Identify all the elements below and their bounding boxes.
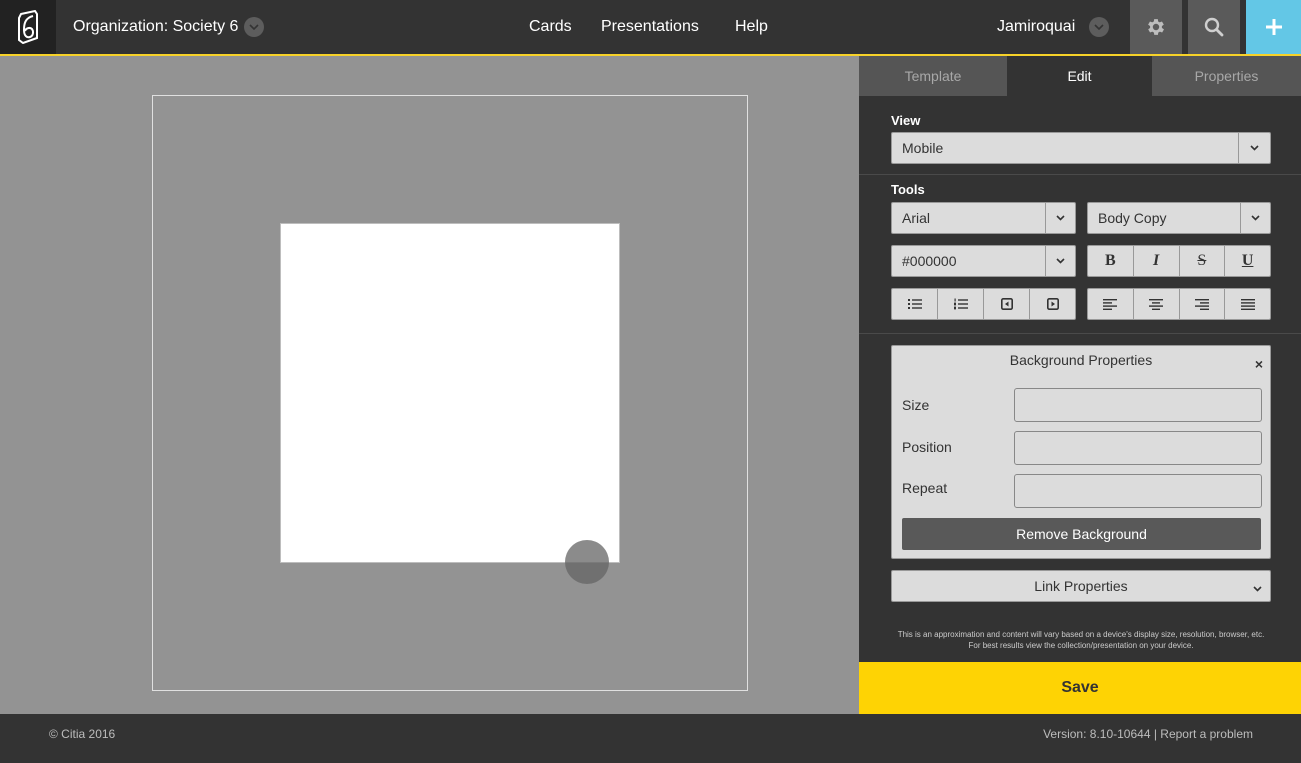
gear-icon — [1148, 19, 1164, 35]
outdent-button[interactable] — [984, 289, 1030, 319]
card-preview[interactable] — [280, 223, 620, 563]
tab-properties[interactable]: Properties — [1152, 56, 1301, 96]
organization-selector[interactable]: Organization: Society 6 — [73, 0, 265, 54]
alignment-group — [1087, 288, 1271, 320]
chevron-down-icon[interactable] — [244, 17, 265, 37]
view-value: Mobile — [902, 140, 944, 156]
size-label: Size — [902, 397, 930, 413]
align-left-icon — [1103, 298, 1118, 310]
color-value: #000000 — [902, 253, 957, 269]
copyright-text: © Citia 2016 — [49, 727, 116, 741]
align-left-button[interactable] — [1088, 289, 1134, 319]
align-justify-button[interactable] — [1225, 289, 1270, 319]
view-label: View — [891, 113, 921, 128]
bulleted-list-icon — [907, 299, 922, 309]
size-input[interactable] — [1014, 388, 1262, 422]
chevron-down-icon — [1045, 203, 1075, 233]
text-format-group: B I S U — [1087, 245, 1271, 277]
align-right-icon — [1194, 298, 1209, 310]
list-indent-group — [891, 288, 1076, 320]
align-justify-icon — [1240, 298, 1255, 310]
search-icon — [1204, 17, 1224, 37]
color-select[interactable]: #000000 — [891, 245, 1076, 277]
text-style-select[interactable]: Body Copy — [1087, 202, 1271, 234]
chevron-down-icon — [1238, 133, 1270, 163]
nav-presentations[interactable]: Presentations — [601, 0, 699, 54]
nav-help[interactable]: Help — [735, 0, 768, 54]
organization-label: Organization: Society 6 — [73, 18, 239, 35]
underline-button[interactable]: U — [1225, 246, 1270, 276]
align-center-icon — [1149, 298, 1164, 310]
close-icon[interactable]: × — [1255, 356, 1263, 372]
align-right-button[interactable] — [1180, 289, 1226, 319]
save-button[interactable]: Save — [859, 662, 1301, 714]
footer: © Citia 2016 Version: 8.10-10644 | Repor… — [0, 714, 1301, 763]
repeat-input[interactable] — [1014, 474, 1262, 508]
outdent-icon — [1000, 298, 1013, 310]
chevron-down-icon — [1253, 579, 1262, 595]
editor-panel: Template Edit Properties View Mobile Too… — [859, 56, 1301, 714]
remove-background-button[interactable]: Remove Background — [902, 518, 1261, 550]
divider — [859, 174, 1301, 175]
tab-edit[interactable]: Edit — [1007, 56, 1152, 96]
indent-button[interactable] — [1030, 289, 1075, 319]
preview-disclaimer: This is an approximation and content wil… — [897, 630, 1265, 650]
chevron-down-icon[interactable] — [1089, 17, 1110, 37]
bold-button[interactable]: B — [1088, 246, 1134, 276]
logo-icon[interactable] — [0, 0, 56, 54]
panel-tabs: Template Edit Properties — [859, 56, 1301, 96]
text-style-value: Body Copy — [1098, 210, 1167, 226]
link-properties-toggle[interactable]: Link Properties — [891, 570, 1271, 602]
user-menu[interactable]: Jamiroquai — [997, 0, 1110, 54]
background-properties-title: Background Properties — [1009, 352, 1153, 368]
strikethrough-button[interactable]: S — [1180, 246, 1226, 276]
numbered-list-button[interactable] — [938, 289, 984, 319]
position-label: Position — [902, 439, 952, 455]
bulleted-list-button[interactable] — [892, 289, 938, 319]
numbered-list-icon — [953, 298, 968, 310]
card-canvas — [0, 56, 859, 714]
link-properties-label: Link Properties — [1034, 578, 1128, 594]
add-button[interactable] — [1246, 0, 1301, 54]
top-bar: Organization: Society 6 Cards Presentati… — [0, 0, 1301, 56]
tab-template[interactable]: Template — [859, 56, 1007, 96]
nav-cards[interactable]: Cards — [529, 0, 572, 54]
italic-button[interactable]: I — [1134, 246, 1180, 276]
divider — [859, 333, 1301, 334]
tools-label: Tools — [891, 182, 925, 197]
repeat-label: Repeat — [902, 480, 948, 496]
user-name: Jamiroquai — [997, 18, 1076, 35]
chevron-down-icon — [1045, 246, 1075, 276]
plus-icon — [1265, 19, 1282, 35]
version-text[interactable]: Version: 8.10-10644 | Report a problem — [1043, 727, 1253, 741]
resize-handle[interactable] — [565, 540, 609, 584]
font-select[interactable]: Arial — [891, 202, 1076, 234]
background-properties-panel: Background Properties × Size Position Re… — [891, 345, 1271, 559]
view-select[interactable]: Mobile — [891, 132, 1271, 164]
font-value: Arial — [902, 210, 931, 226]
search-button[interactable] — [1188, 0, 1240, 54]
align-center-button[interactable] — [1134, 289, 1180, 319]
settings-button[interactable] — [1130, 0, 1182, 54]
position-input[interactable] — [1014, 431, 1262, 465]
indent-icon — [1046, 298, 1059, 310]
chevron-down-icon — [1240, 203, 1270, 233]
